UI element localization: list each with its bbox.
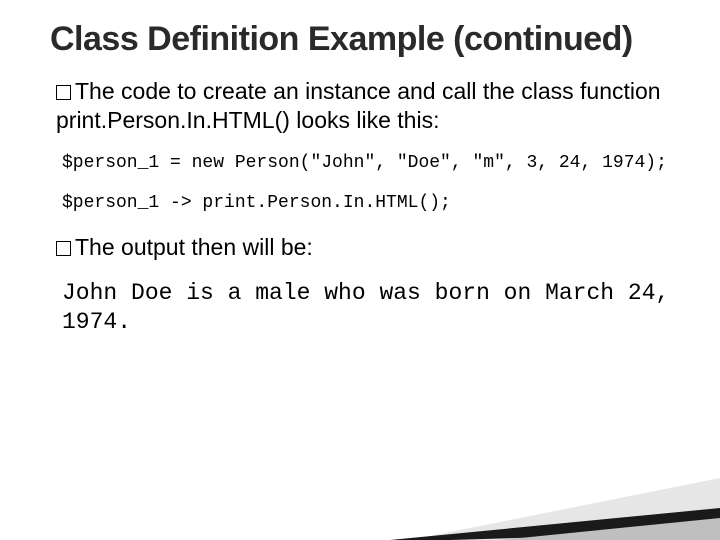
para2-first-word: The	[75, 234, 115, 260]
paragraph-output-intro: The output then will be:	[56, 233, 670, 262]
output-text: John Doe is a male who was born on March…	[62, 279, 680, 337]
slide: Class Definition Example (continued) The…	[0, 0, 720, 540]
para2-rest: output then will be:	[115, 234, 313, 260]
para1-first-word: The	[75, 78, 115, 104]
bullet-box-icon	[56, 85, 71, 100]
para1-rest: code to create an instance and call the …	[56, 78, 661, 133]
paragraph-intro: The code to create an instance and call …	[56, 77, 670, 135]
corner-decoration-icon	[360, 470, 720, 540]
bullet-box-icon	[56, 241, 71, 256]
code-line-2: $person_1 -> print.Person.In.HTML();	[62, 193, 680, 213]
slide-title: Class Definition Example (continued)	[50, 20, 680, 59]
code-line-1: $person_1 = new Person("John", "Doe", "m…	[62, 153, 680, 173]
